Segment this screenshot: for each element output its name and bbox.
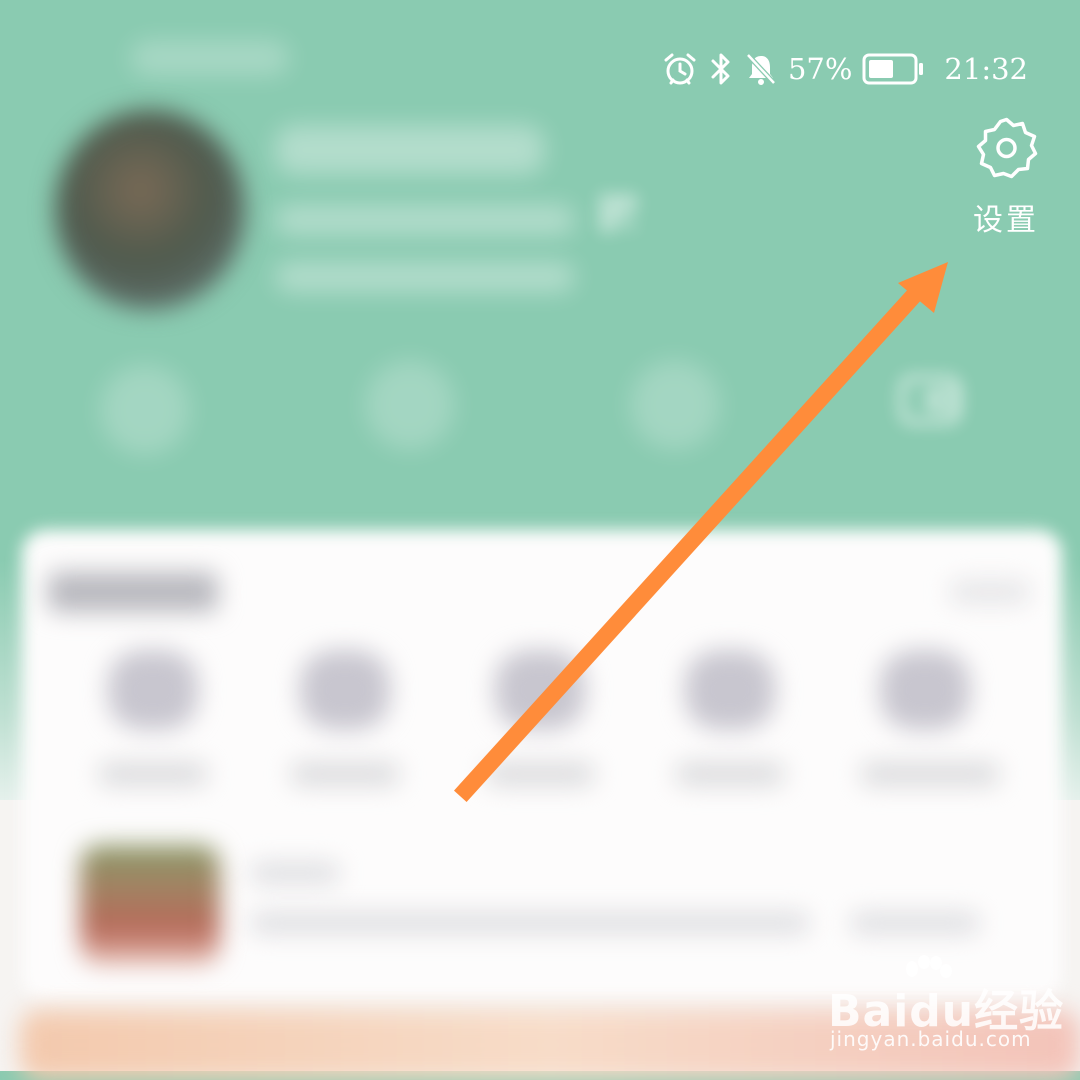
bell-muted-icon — [744, 51, 778, 87]
user-id-blurred — [275, 205, 575, 235]
clock: 21:32 — [944, 52, 1028, 86]
grid-item-1-icon[interactable] — [108, 650, 198, 730]
baidu-jingyan-watermark: Baidu经验 jingyan.baidu.com — [828, 955, 1068, 1055]
gear-icon — [973, 115, 1039, 185]
grid-item-2-label — [290, 762, 400, 786]
wallet-icon[interactable] — [898, 372, 962, 428]
carrier-info-blurred — [130, 40, 290, 76]
promo-thumbnail[interactable] — [80, 845, 220, 965]
user-subtitle-blurred — [275, 262, 575, 292]
bluetooth-icon — [708, 51, 734, 87]
status-bar: 57% 21:32 — [662, 44, 1028, 94]
grid-item-4-icon[interactable] — [685, 650, 775, 730]
stat-item-2-blurred[interactable] — [365, 360, 455, 450]
avatar[interactable] — [55, 110, 245, 310]
promo-title-blurred — [250, 862, 340, 884]
grid-item-3-icon[interactable] — [495, 650, 585, 730]
grid-item-2-icon[interactable] — [300, 650, 390, 730]
battery-fill — [869, 60, 894, 78]
battery-percent: 57% — [787, 52, 853, 86]
promo-text-blurred — [250, 912, 810, 934]
grid-item-5-label — [860, 762, 1000, 786]
stat-item-1-blurred[interactable] — [100, 365, 190, 455]
username-blurred — [275, 125, 545, 175]
card-more-blurred[interactable] — [950, 580, 1030, 604]
grid-item-1-label — [98, 762, 208, 786]
settings-label: 设置 — [973, 203, 1039, 238]
settings-button[interactable]: 设置 — [960, 115, 1052, 240]
battery-icon — [862, 51, 926, 87]
watermark-url: jingyan.baidu.com — [830, 1027, 1032, 1051]
stat-item-3-blurred[interactable] — [630, 360, 720, 450]
grid-item-5-icon[interactable] — [880, 650, 970, 730]
card-title-blurred — [48, 572, 218, 612]
promo-action-blurred[interactable] — [850, 912, 980, 934]
grid-item-3-label — [485, 762, 595, 786]
alarm-icon — [662, 51, 698, 87]
qr-code-icon[interactable] — [600, 195, 636, 231]
grid-item-4-label — [675, 762, 785, 786]
